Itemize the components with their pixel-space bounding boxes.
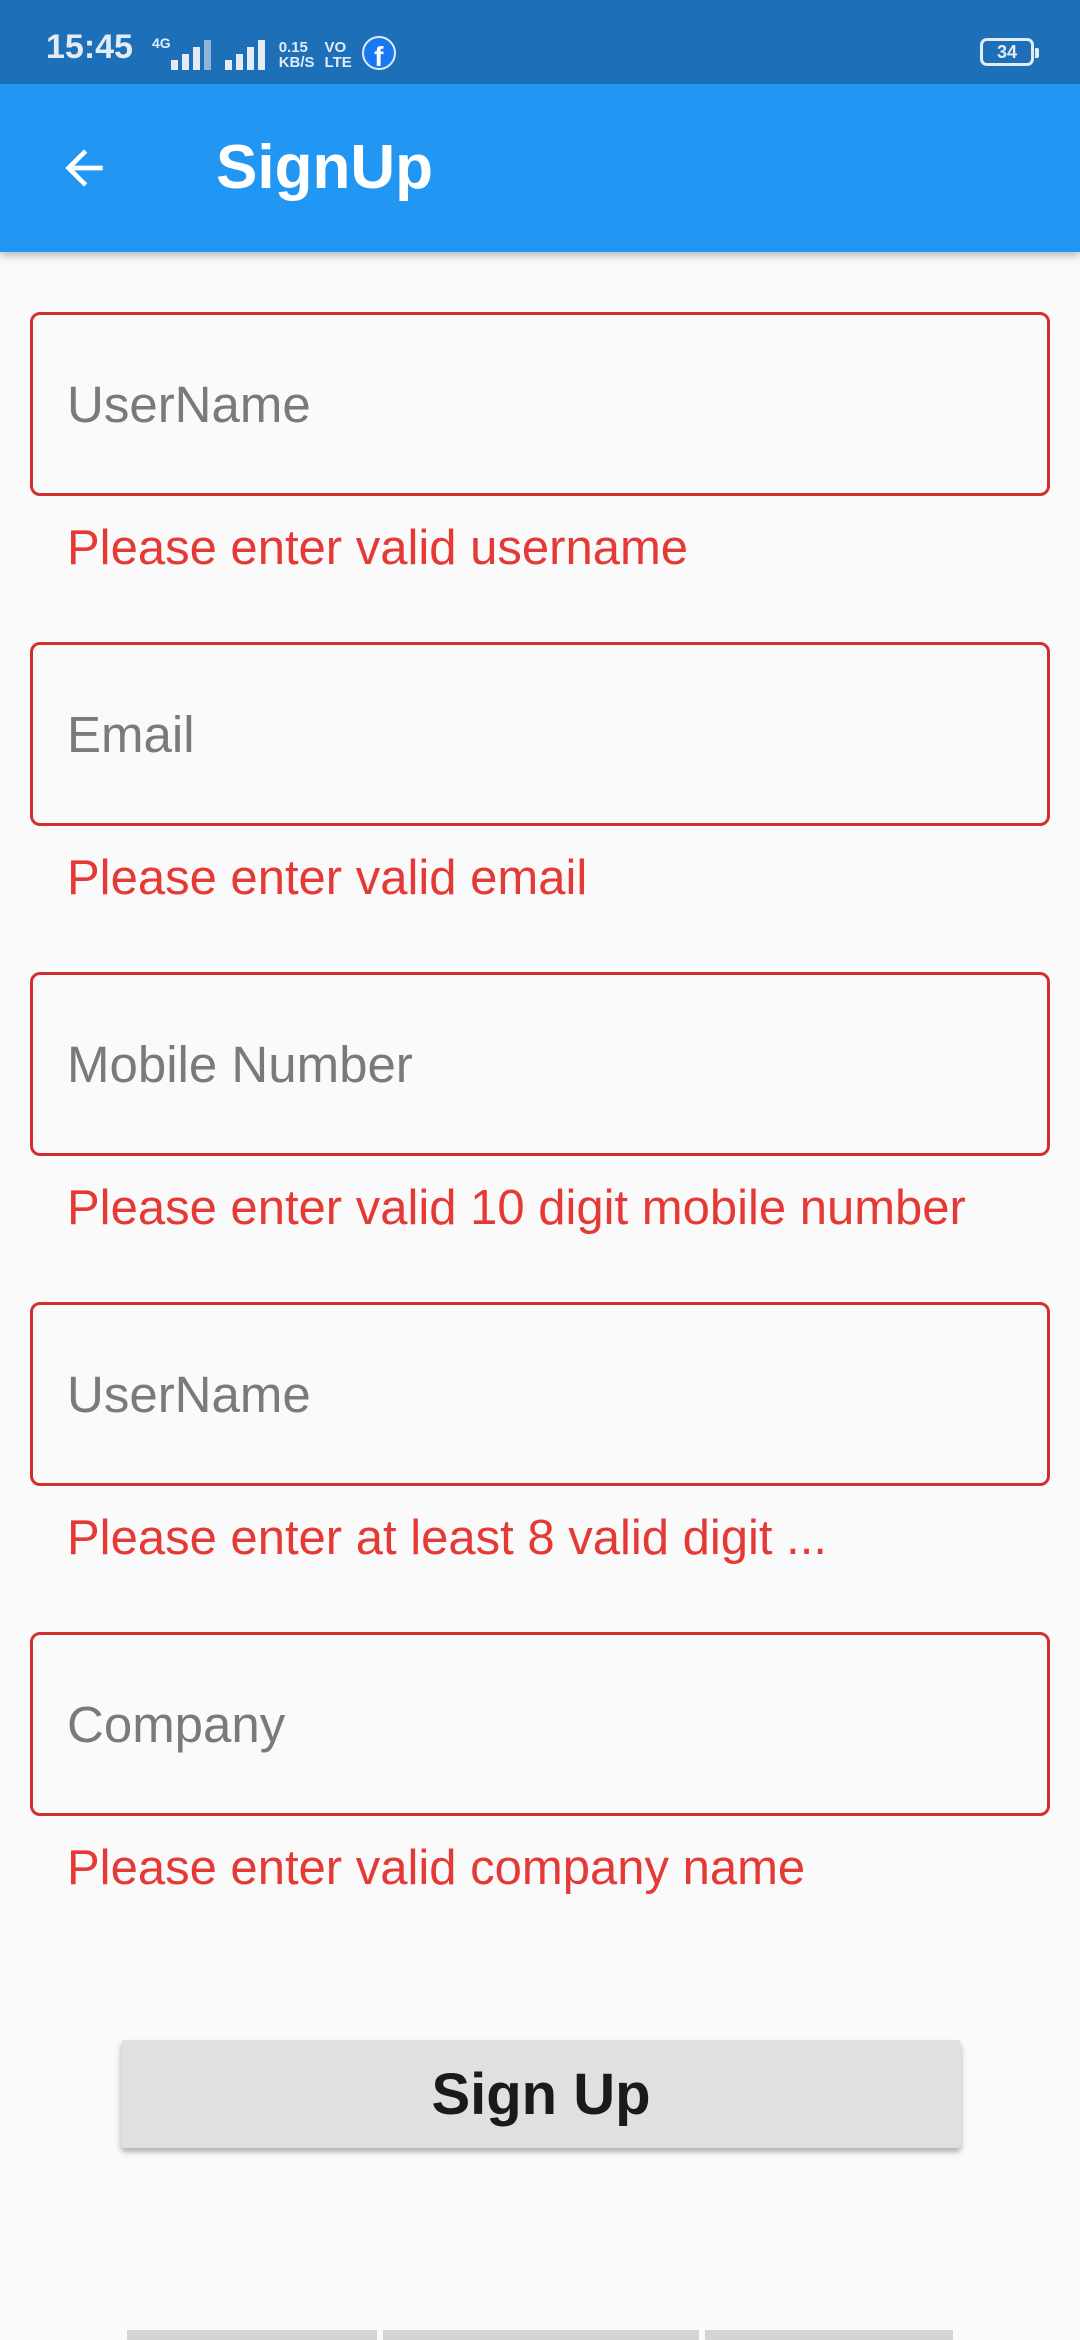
signal-icon	[170, 40, 211, 70]
nav-bar-hint-right	[705, 2330, 953, 2340]
status-icons: 4G 0.15 KB/S VO LTE f	[152, 30, 396, 72]
username-field[interactable]	[30, 312, 1050, 496]
network-speed: 0.15 KB/S	[279, 40, 315, 70]
battery-level: 34	[996, 42, 1018, 62]
company-field-group: Please enter valid company name	[30, 1632, 1050, 1895]
company-input[interactable]	[67, 1635, 1007, 1813]
email-field-group: Please enter valid email	[30, 642, 1050, 905]
username-field-group: Please enter valid username	[30, 312, 1050, 575]
company-error: Please enter valid company name	[67, 1841, 806, 1895]
password-error: Please enter at least 8 valid digit ...	[67, 1511, 827, 1565]
app-bar: SignUp	[0, 84, 1080, 252]
network-type-label: 4G	[152, 35, 171, 51]
username-error: Please enter valid username	[67, 521, 689, 575]
network-speed-unit: KB/S	[278, 54, 315, 71]
password-input[interactable]	[67, 1305, 1007, 1483]
facebook-icon: f	[361, 36, 396, 72]
email-input[interactable]	[67, 645, 1007, 823]
back-button[interactable]	[42, 126, 126, 210]
email-error: Please enter valid email	[67, 851, 588, 905]
volte-top-label: VO	[324, 39, 347, 56]
page-title: SignUp	[216, 133, 433, 202]
signal-icon-secondary	[224, 40, 265, 70]
volte-indicator: VO LTE	[325, 40, 352, 70]
password-field[interactable]	[30, 1302, 1050, 1486]
username-input[interactable]	[67, 315, 1007, 493]
company-field[interactable]	[30, 1632, 1050, 1816]
password-field-group: Please enter at least 8 valid digit ...	[30, 1302, 1050, 1565]
nav-bar-hint-left	[127, 2330, 377, 2340]
status-time: 15:45	[46, 28, 133, 66]
battery-icon: 34	[980, 38, 1039, 66]
mobile-field[interactable]	[30, 972, 1050, 1156]
status-bar: 15:45 4G 0.15 KB/S VO LTE f 34	[0, 0, 1080, 84]
network-speed-value: 0.15	[278, 39, 308, 56]
arrow-left-icon	[65, 149, 103, 187]
mobile-error: Please enter valid 10 digit mobile numbe…	[67, 1181, 966, 1235]
nav-bar-hint-center	[383, 2330, 699, 2340]
mobile-field-group: Please enter valid 10 digit mobile numbe…	[30, 972, 1050, 1235]
mobile-input[interactable]	[67, 975, 1007, 1153]
signup-button[interactable]: Sign Up	[121, 2040, 961, 2148]
email-field[interactable]	[30, 642, 1050, 826]
volte-bottom-label: LTE	[324, 54, 352, 71]
